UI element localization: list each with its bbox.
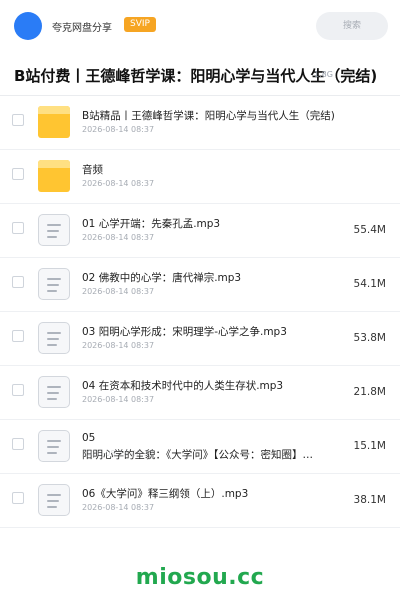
list-item[interactable]: B站精品丨王德峰哲学课：阳明心学与当代人生（完结) 2026-08-14 08:3… (0, 96, 400, 150)
row-checkbox[interactable] (12, 222, 24, 234)
user-avatar[interactable] (14, 12, 42, 40)
file-name: 03 阳明心学形成：宋明理学-心学之争.mp3 (82, 326, 287, 338)
row-checkbox[interactable] (12, 492, 24, 504)
file-name: 06《大学问》释三纲领（上）.mp3 (82, 488, 249, 500)
list-item[interactable]: 02 佛教中的心学：唐代禅宗.mp3 2026-08-14 08:37 54.1M (0, 258, 400, 312)
file-size: 21.8M (353, 386, 386, 398)
audio-file-icon (38, 268, 70, 300)
list-item[interactable]: 05 阳明心学的全貌：《大学问》【公众号：密知圈】… 2026-08-14 08:3… (0, 420, 400, 474)
svip-badge: SVIP (124, 17, 156, 32)
file-date: 2026-08-14 08:37 (82, 503, 155, 512)
row-checkbox[interactable] (12, 114, 24, 126)
file-name: B站精品丨王德峰哲学课：阳明心学与当代人生（完结) (82, 110, 335, 122)
audio-file-icon (38, 376, 70, 408)
file-size: 38.1M (353, 494, 386, 506)
watermark-text: miosou.cc (135, 565, 265, 590)
folder-title-bar: B站付费丨王德峰哲学课：阳明心学与当代人生（完结) 1.8G (0, 52, 400, 96)
list-item[interactable]: 01 心学开端：先秦孔孟.mp3 2026-08-14 08:37 55.4M (0, 204, 400, 258)
file-date: 2026-08-14 08:37 (82, 125, 155, 134)
row-checkbox[interactable] (12, 438, 24, 450)
row-checkbox[interactable] (12, 384, 24, 396)
divider (0, 527, 400, 528)
file-size: 55.4M (353, 224, 386, 236)
audio-file-icon (38, 214, 70, 246)
file-name: 音频 (82, 164, 103, 176)
file-name: 04 在资本和技术时代中的人类生存状.mp3 (82, 380, 284, 392)
file-size: 53.8M (353, 332, 386, 344)
file-name: 02 佛教中的心学：唐代禅宗.mp3 (82, 272, 242, 284)
list-item[interactable]: 06《大学问》释三纲领（上）.mp3 2026-08-14 08:37 38.1M (0, 474, 400, 528)
list-item[interactable]: 04 在资本和技术时代中的人类生存状.mp3 2026-08-14 08:37 21… (0, 366, 400, 420)
file-date: 2026-08-14 08:37 (82, 287, 155, 296)
file-name: 01 心学开端：先秦孔孟.mp3 (82, 218, 221, 230)
file-size: 15.1M (353, 440, 386, 452)
file-date: 2026-08-14 08:37 (82, 341, 155, 350)
audio-file-icon (38, 430, 70, 462)
file-date: 2026-08-14 08:37 (82, 395, 155, 404)
folder-size: 1.8G (314, 70, 333, 79)
folder-icon (38, 160, 70, 192)
folder-icon (38, 106, 70, 138)
row-checkbox[interactable] (12, 330, 24, 342)
header: 夸克网盘分享 SVIP 搜索 (0, 0, 400, 52)
list-item[interactable]: 音频 2026-08-14 08:37 (0, 150, 400, 204)
file-name: 05 (82, 432, 96, 444)
audio-file-icon (38, 322, 70, 354)
list-item[interactable]: 03 阳明心学形成：宋明理学-心学之争.mp3 2026-08-14 08:37 5… (0, 312, 400, 366)
search-input[interactable]: 搜索 (316, 12, 388, 40)
file-date: 2026-08-14 08:37 (82, 179, 155, 188)
row-checkbox[interactable] (12, 276, 24, 288)
file-size: 54.1M (353, 278, 386, 290)
audio-file-icon (38, 484, 70, 516)
row-checkbox[interactable] (12, 168, 24, 180)
app-name: 夸克网盘分享 (52, 23, 112, 34)
file-date: 2026-08-14 08:37 (82, 233, 155, 242)
file-date: 2026-08-14 08:37 (82, 449, 155, 458)
